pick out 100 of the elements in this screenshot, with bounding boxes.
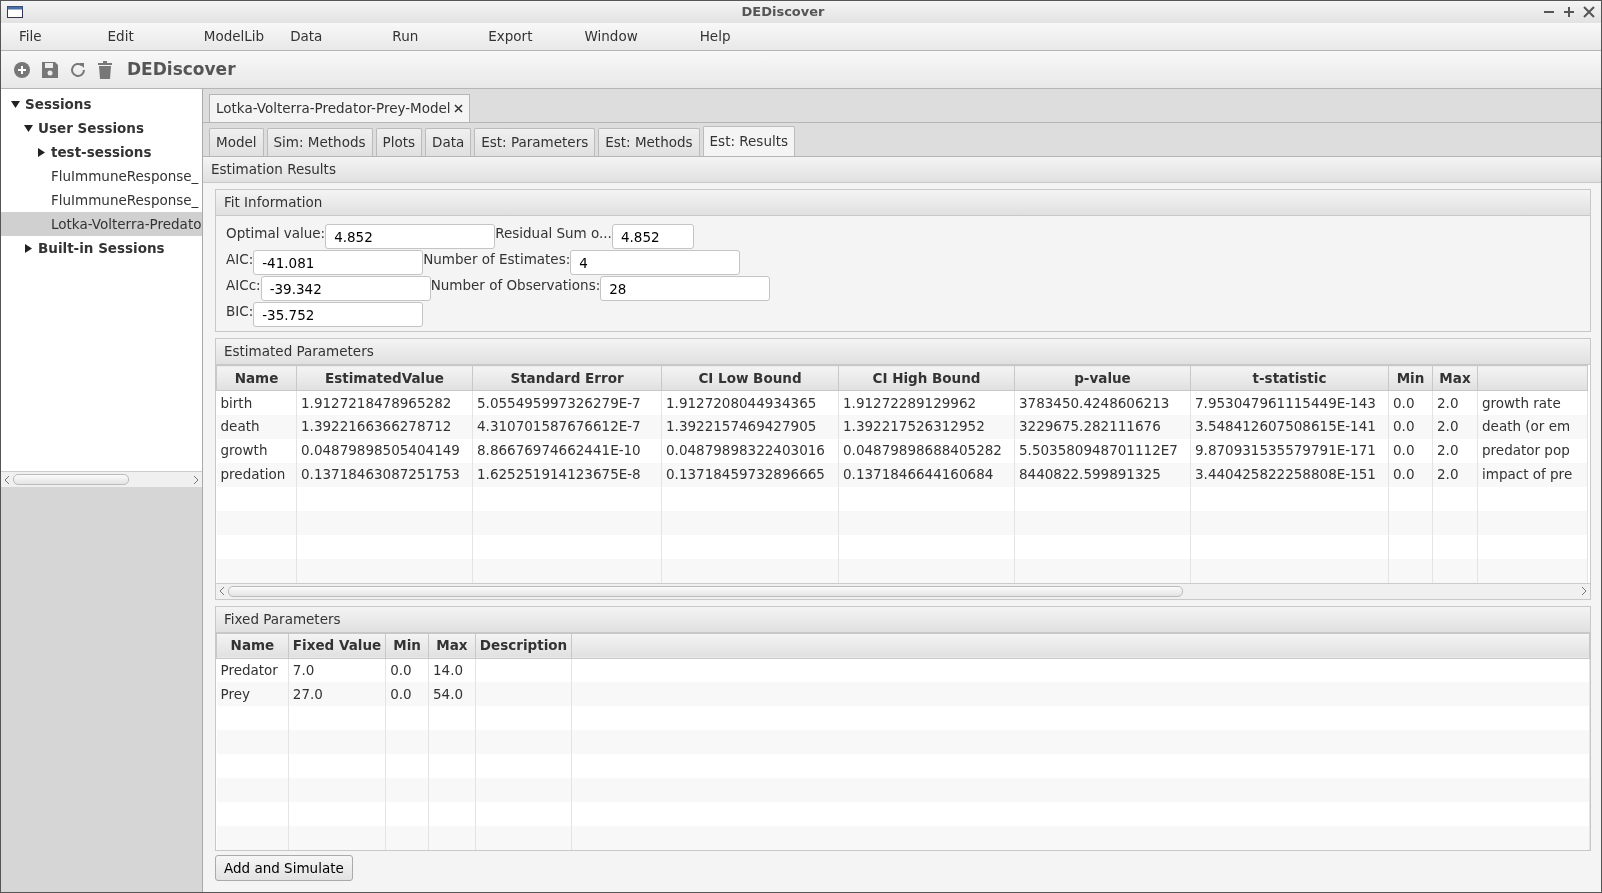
tab[interactable]: Model <box>209 128 264 156</box>
column-header[interactable]: Max <box>428 633 476 658</box>
collapse-arrow-icon[interactable] <box>24 123 33 133</box>
tree-item[interactable]: Sessions <box>1 92 202 116</box>
tab[interactable]: Data <box>425 128 472 156</box>
table-cell: 0.13718463087251753 <box>296 462 473 487</box>
table-cell: 54.0 <box>428 682 476 706</box>
table-cell: impact of pre <box>1477 462 1588 487</box>
column-header[interactable]: Standard Error <box>472 365 662 391</box>
table-cell: 1.9127218478965282 <box>296 390 473 415</box>
input-field[interactable]: 4 <box>570 250 741 275</box>
table-cell: 27.0 <box>288 682 386 706</box>
column-header[interactable]: Name <box>216 633 289 658</box>
table-cell: Predator <box>216 658 289 682</box>
document-tab[interactable]: Lotka-Volterra-Predator-Prey-Model <box>209 94 470 122</box>
horizontal-scrollbar[interactable] <box>1 471 202 487</box>
refresh-icon[interactable] <box>69 60 87 79</box>
table-cell: 3.548412607508615E-141 <box>1190 414 1389 439</box>
table-cell: 9.870931535579791E-171 <box>1190 438 1389 463</box>
table-cell: 1.91272289129962 <box>838 390 1015 415</box>
table-cell: 0.04879898322403016 <box>661 438 839 463</box>
close-icon[interactable] <box>453 104 463 113</box>
menu-item[interactable]: Export <box>470 26 533 47</box>
table-cell: growth rate <box>1477 390 1588 415</box>
menu-item[interactable]: Run <box>374 26 419 47</box>
menu-item[interactable]: Window <box>566 26 638 47</box>
field-label: AIC: <box>226 250 254 269</box>
table-cell: 0.0 <box>385 682 429 706</box>
tree-item[interactable]: test-sessions <box>1 140 202 164</box>
table-cell: 1.9127208044934365 <box>661 390 839 415</box>
table-cell: 0.13718459732896665 <box>661 462 839 487</box>
scroll-left-icon[interactable] <box>219 587 225 595</box>
column-header[interactable]: Min <box>1388 365 1433 391</box>
input-field[interactable]: 28 <box>600 276 771 301</box>
add-icon[interactable] <box>13 60 31 79</box>
maximize-icon[interactable] <box>1563 6 1575 18</box>
window-title: DEDiscover <box>741 4 825 20</box>
input-field[interactable]: -35.752 <box>253 302 424 327</box>
tree-item[interactable]: FluImmuneResponse_ <box>1 188 202 212</box>
tab[interactable]: Sim: Methods <box>266 128 373 156</box>
menu-item[interactable]: ModelLib <box>185 26 265 47</box>
tree-item[interactable]: FluImmuneResponse_ <box>1 164 202 188</box>
tree-item[interactable]: Lotka-Volterra-Predato <box>1 212 202 236</box>
input-field[interactable]: 4.852 <box>611 224 694 249</box>
table-cell: 7.0 <box>288 658 386 682</box>
table-cell: death (or em <box>1477 414 1588 439</box>
menu-item[interactable]: File <box>1 26 42 47</box>
expand-arrow-icon[interactable] <box>37 147 46 157</box>
table-cell: 3783450.4248606213 <box>1014 390 1191 415</box>
collapse-arrow-icon[interactable] <box>11 99 20 109</box>
scroll-left-icon[interactable] <box>4 475 10 484</box>
column-header[interactable]: Min <box>385 633 429 658</box>
table-cell: 1.392217526312952 <box>838 414 1015 439</box>
table-cell: predator pop <box>1477 438 1588 463</box>
table-cell: Prey <box>216 682 289 706</box>
tab[interactable]: Est: Results <box>702 126 796 156</box>
trash-icon[interactable] <box>97 60 113 79</box>
tree-item[interactable]: Built-in Sessions <box>1 236 202 260</box>
column-header[interactable]: EstimatedValue <box>296 365 473 391</box>
expand-arrow-icon[interactable] <box>24 243 33 253</box>
add-and-simulate-button[interactable]: Add and Simulate <box>215 855 353 882</box>
save-icon[interactable] <box>41 60 59 79</box>
app-title: DEDiscover <box>127 57 236 81</box>
table-cell: 4.310701587676612E-7 <box>472 414 662 439</box>
input-field[interactable]: -39.342 <box>260 276 431 301</box>
tab[interactable]: Plots <box>375 128 422 156</box>
field-label: Optimal value: <box>226 224 326 243</box>
menu-item[interactable]: Help <box>681 26 731 47</box>
close-icon[interactable] <box>1583 6 1595 18</box>
input-field[interactable]: 4.852 <box>325 224 496 249</box>
scroll-right-icon[interactable] <box>193 475 199 484</box>
field-label: Number of Estimates: <box>423 250 571 269</box>
field-label: Residual Sum o... <box>495 224 612 243</box>
table-cell: 5.503580948701112E7 <box>1014 438 1191 463</box>
table-cell: 1.3922157469427905 <box>661 414 839 439</box>
column-header[interactable]: Max <box>1432 365 1478 391</box>
app-window-icon <box>7 6 23 18</box>
tree-item[interactable]: User Sessions <box>1 116 202 140</box>
input-field[interactable]: -41.081 <box>253 250 424 275</box>
field-label: AICc: <box>226 276 261 295</box>
table-cell: 0.04879898505404149 <box>296 438 473 463</box>
table-cell: 5.055495997326279E-7 <box>472 390 662 415</box>
column-header[interactable]: Description <box>475 633 572 658</box>
column-header[interactable]: Fixed Value <box>288 633 386 658</box>
menu-item[interactable]: Edit <box>89 26 134 47</box>
table-cell: predation <box>216 462 297 487</box>
table-cell: 3.440425822258808E-151 <box>1190 462 1389 487</box>
column-header[interactable]: t-statistic <box>1190 365 1389 391</box>
table-cell: growth <box>216 438 297 463</box>
column-header[interactable]: CI Low Bound <box>661 365 839 391</box>
table-cell: 8440822.599891325 <box>1014 462 1191 487</box>
table-cell: 1.625251914123675E-8 <box>472 462 662 487</box>
column-header[interactable]: p-value <box>1014 365 1191 391</box>
column-header[interactable]: CI High Bound <box>838 365 1015 391</box>
menu-item[interactable]: Data <box>272 26 323 47</box>
scroll-right-icon[interactable] <box>1581 587 1587 595</box>
tab[interactable]: Est: Methods <box>598 128 700 156</box>
tab[interactable]: Est: Parameters <box>474 128 596 156</box>
column-header[interactable]: Name <box>216 365 297 391</box>
table-cell: 0.1371846644160684 <box>838 462 1015 487</box>
